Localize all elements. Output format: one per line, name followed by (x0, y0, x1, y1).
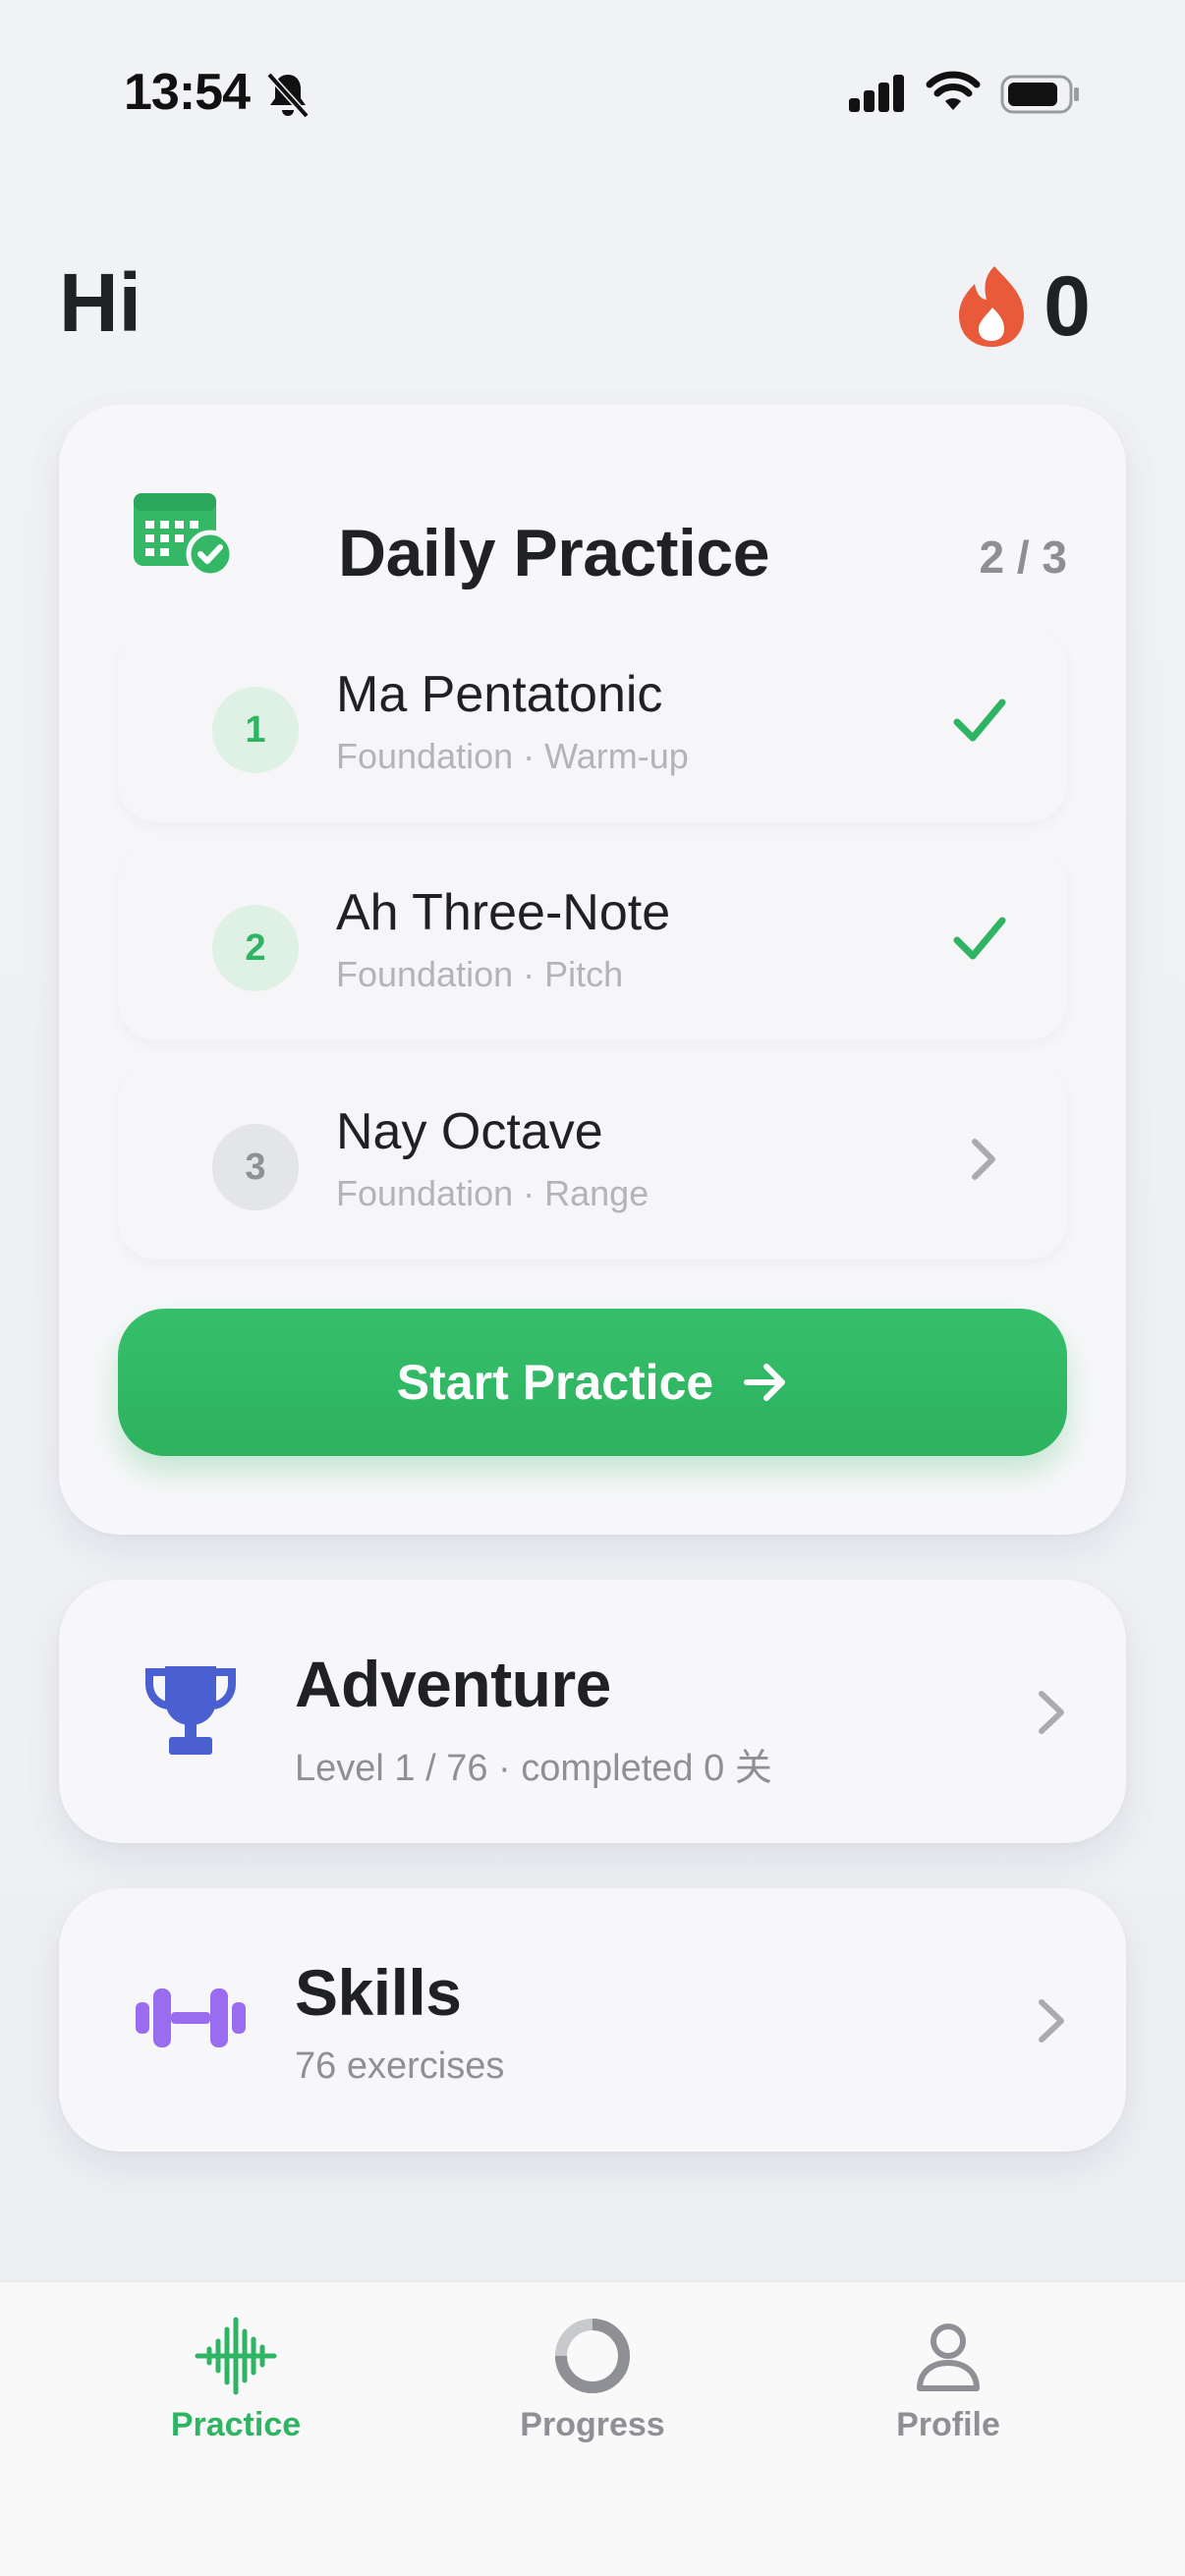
daily-practice-card: Daily Practice 2 / 3 1 Ma Pentatonic Fou… (59, 405, 1126, 1535)
checkmark-icon (953, 917, 1006, 960)
item-number-badge: 2 (212, 905, 299, 991)
arrow-right-icon (744, 1364, 786, 1401)
dumbbell-icon (136, 1988, 246, 2047)
progress-ring-icon (555, 2319, 630, 2393)
daily-practice-header: Daily Practice 2 / 3 (132, 487, 1067, 605)
person-icon (917, 2324, 980, 2391)
item-title: Ma Pentatonic (336, 666, 663, 723)
start-practice-button[interactable]: Start Practice (118, 1309, 1067, 1456)
practice-item[interactable]: 2 Ah Three-Note Foundation · Pitch (118, 844, 1067, 1040)
item-subtitle: Foundation · Pitch (336, 954, 624, 994)
status-bar: 13:54 (0, 0, 1185, 187)
tab-label: Progress (520, 2406, 665, 2443)
checkmark-icon (953, 699, 1006, 742)
item-number-badge: 3 (212, 1124, 299, 1210)
adventure-card[interactable]: Adventure Level 1 / 76 · completed 0 关 (59, 1580, 1126, 1843)
chevron-right-icon (1039, 1999, 1064, 2043)
flame-icon (959, 266, 1025, 347)
item-subtitle: Foundation · Range (336, 1173, 649, 1213)
item-subtitle: Foundation · Warm-up (336, 736, 689, 776)
streak-count: 0 (1044, 258, 1091, 354)
trophy-icon (145, 1666, 236, 1755)
tab-label: Practice (170, 2406, 302, 2443)
chevron-right-icon (972, 1139, 995, 1180)
skills-title: Skills (295, 1956, 462, 2029)
waveform-icon (195, 2317, 277, 2395)
greeting-title: Hi (59, 256, 141, 349)
tab-bar: Practice Progress Profile (0, 2281, 1185, 2576)
tab-label: Profile (896, 2406, 1000, 2443)
skills-card[interactable]: Skills 76 exercises (59, 1888, 1126, 2152)
cellular-signal-icon (849, 75, 904, 112)
item-number-badge: 1 (212, 687, 299, 773)
adventure-subtitle: Level 1 / 76 · completed 0 关 (295, 1748, 772, 1789)
battery-icon (1000, 75, 1079, 114)
bell-muted-icon (266, 72, 310, 119)
wifi-icon (926, 71, 981, 110)
skills-subtitle: 76 exercises (295, 2045, 505, 2087)
start-practice-label: Start Practice (396, 1355, 714, 1410)
streak-counter[interactable]: 0 (957, 257, 1091, 356)
item-title: Ah Three-Note (336, 884, 671, 941)
calendar-check-icon (134, 493, 234, 578)
daily-practice-title: Daily Practice (338, 516, 770, 590)
status-time: 13:54 (124, 64, 251, 121)
item-title: Nay Octave (336, 1103, 603, 1160)
adventure-title: Adventure (295, 1648, 611, 1720)
practice-item[interactable]: 1 Ma Pentatonic Foundation · Warm-up (118, 626, 1067, 822)
tab-profile[interactable]: Profile (830, 2312, 1066, 2469)
chevron-right-icon (1039, 1691, 1064, 1734)
practice-item[interactable]: 3 Nay Octave Foundation · Range (118, 1063, 1067, 1260)
daily-practice-progress: 2 / 3 (979, 532, 1067, 583)
tab-practice[interactable]: Practice (118, 2312, 354, 2469)
tab-progress[interactable]: Progress (475, 2312, 710, 2469)
